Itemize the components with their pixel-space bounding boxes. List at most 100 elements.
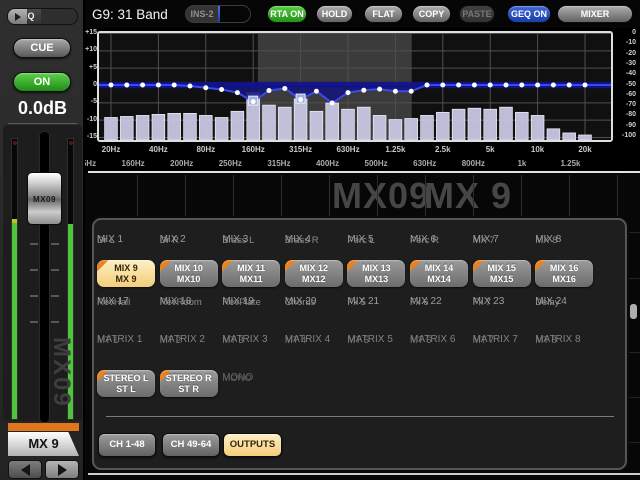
fader-tick — [51, 321, 59, 323]
prev-channel-button[interactable] — [8, 460, 42, 479]
eq-axis-tick: +10 — [84, 46, 97, 53]
band-frequency-label[interactable]: 160Hz — [111, 159, 155, 168]
rta-axis-tick: 0 — [614, 29, 636, 36]
rta-axis-tick: -30 — [614, 60, 636, 67]
fader-gain-value: 0.0dB — [0, 98, 85, 119]
fader-tick — [51, 295, 59, 297]
band-frequency-label[interactable]: 200Hz — [160, 159, 204, 168]
band-frequency-label[interactable]: 630Hz — [403, 159, 447, 168]
strip-edge-line — [628, 352, 640, 353]
band-frequency-label[interactable]: 315Hz — [257, 159, 301, 168]
strip-divider — [137, 175, 138, 217]
panel-divider — [106, 416, 614, 417]
right-arrow-icon — [58, 464, 67, 476]
clip-led — [69, 141, 73, 145]
channel-button-mix-16[interactable]: MIX 16MX16 — [535, 260, 593, 287]
input-meter-fill — [12, 219, 17, 419]
strip-divider — [185, 175, 186, 217]
channel-select-panel: MIX 1Dr LMIX 2Dr RMIX 3Brass LMIX 4Brass… — [92, 218, 627, 470]
geq-graph-zone: +15+10+50-5-10-150-10-20-30-40-50-60-70-… — [85, 28, 640, 174]
topbar: G9: 31 Band INS-1 INS-2 RTA ON HOLD FLAT… — [85, 0, 640, 28]
rta-axis-tick: -20 — [614, 50, 636, 57]
channel-button-mix-15[interactable]: MIX 15MX15 — [473, 260, 531, 287]
channel-button-mix-9[interactable]: MIX 9MX 9 — [97, 260, 155, 287]
freq-gridline-label: 80Hz — [186, 145, 226, 154]
tab-ch-1-48[interactable]: CH 1-48 — [98, 433, 156, 457]
rta-axis-tick: -80 — [614, 111, 636, 118]
bottom-edge-line — [88, 473, 640, 475]
freq-gridline-label: 5k — [470, 145, 510, 154]
tab-ch-49-64[interactable]: CH 49-64 — [162, 433, 220, 457]
eq-axis-tick: +15 — [84, 29, 97, 36]
channel-button-mix-10[interactable]: MIX 10MX10 — [160, 260, 218, 287]
rta-axis-tick: -70 — [614, 101, 636, 108]
strip-divider — [329, 175, 330, 217]
band-frequency-label[interactable]: 125Hz — [85, 159, 107, 168]
on-button[interactable]: ON — [13, 72, 71, 92]
band-frequency-label[interactable]: 1.25k — [549, 159, 593, 168]
band-frequency-label[interactable]: 500Hz — [354, 159, 398, 168]
rta-axis-tick: -60 — [614, 91, 636, 98]
band-frequency-label[interactable]: 400Hz — [306, 159, 350, 168]
cue-button[interactable]: CUE — [13, 38, 71, 58]
scrollbar-thumb[interactable] — [630, 304, 637, 319]
strip-edge-line — [628, 397, 640, 398]
band-frequency-label[interactable]: 1k — [500, 159, 544, 168]
freq-gridline-label: 160Hz — [233, 145, 273, 154]
fader-tick — [30, 269, 38, 271]
geq-title: G9: 31 Band — [92, 7, 168, 22]
eq-axis-tick: -10 — [84, 116, 97, 123]
strip-edge-line — [628, 278, 640, 279]
mixer-button[interactable]: MIXER — [557, 5, 633, 23]
strip-edge-line — [628, 442, 640, 443]
freq-gridline-label: 40Hz — [138, 145, 178, 154]
channel-button-mix-12[interactable]: MIX 12MX12 — [285, 260, 343, 287]
fader-tick — [30, 295, 38, 297]
strip-divider — [425, 175, 426, 217]
eq-axis-tick: +5 — [84, 64, 97, 71]
strip-divider — [617, 175, 618, 217]
hold-button[interactable]: HOLD — [316, 5, 353, 23]
band-frequency-label[interactable]: 250Hz — [208, 159, 252, 168]
insert-selector: INS-1 INS-2 — [185, 5, 251, 23]
freq-gridline-label: 20k — [565, 145, 605, 154]
rta-axis-tick: -100 — [614, 132, 636, 139]
band-frequency-strip: 125Hz 160Hz 200Hz 250Hz 315Hz 400Hz 500Hz 630Hz… — [85, 157, 640, 171]
channel-color-bar — [8, 423, 79, 431]
channel-button-mix-14[interactable]: MIX 14MX14 — [410, 260, 468, 287]
band-frequency-label[interactable]: 800Hz — [451, 159, 495, 168]
channel-sidebar: GEQ CUE ON 0.0dB In Out M — [0, 0, 85, 480]
strip-divider — [473, 175, 474, 217]
eq-axis-tick: 0 — [84, 81, 97, 88]
tab-outputs[interactable]: OUTPUTS — [223, 433, 282, 457]
freq-gridline-label: 10k — [518, 145, 558, 154]
fader-panel: MX09 MX09 — [3, 125, 82, 421]
geq-plot[interactable] — [97, 31, 613, 142]
meter-yellow-tip — [12, 219, 17, 223]
rta-on-button[interactable]: RTA ON — [267, 5, 307, 23]
next-channel-button[interactable] — [45, 460, 79, 479]
fader-tick — [51, 243, 59, 245]
channel-button-mix-13[interactable]: MIX 13MX13 — [347, 260, 405, 287]
channel-name-tag: MX 9 — [8, 432, 79, 456]
geq-next-button[interactable] — [8, 9, 27, 24]
strip-edge-line — [628, 232, 640, 233]
tab-ins-2[interactable]: INS-2 — [186, 6, 218, 22]
strip-divider — [233, 175, 234, 217]
freq-gridline-label: 630Hz — [328, 145, 368, 154]
stagemix-geq-screen: G9: 31 Band INS-1 INS-2 RTA ON HOLD FLAT… — [0, 0, 640, 480]
channel-button-mix-11[interactable]: MIX 11MX11 — [222, 260, 280, 287]
geq-on-button[interactable]: GEQ ON — [507, 5, 551, 23]
copy-button[interactable]: COPY — [412, 5, 451, 23]
strip-divider — [569, 175, 570, 217]
channel-button-stereo-r[interactable]: STEREO RST R — [160, 370, 218, 397]
fader-tick — [51, 269, 59, 271]
channel-button-stereo-l[interactable]: STEREO LST L — [97, 370, 155, 397]
freq-gridline-label: 2.5k — [423, 145, 463, 154]
flat-button[interactable]: FLAT — [364, 5, 403, 23]
fader-knob[interactable]: MX09 — [27, 172, 62, 225]
right-arrow-icon — [15, 13, 21, 21]
paste-button: PASTE — [459, 5, 495, 23]
strip-divider — [377, 175, 378, 217]
freq-gridline-label: 20Hz — [91, 145, 131, 154]
